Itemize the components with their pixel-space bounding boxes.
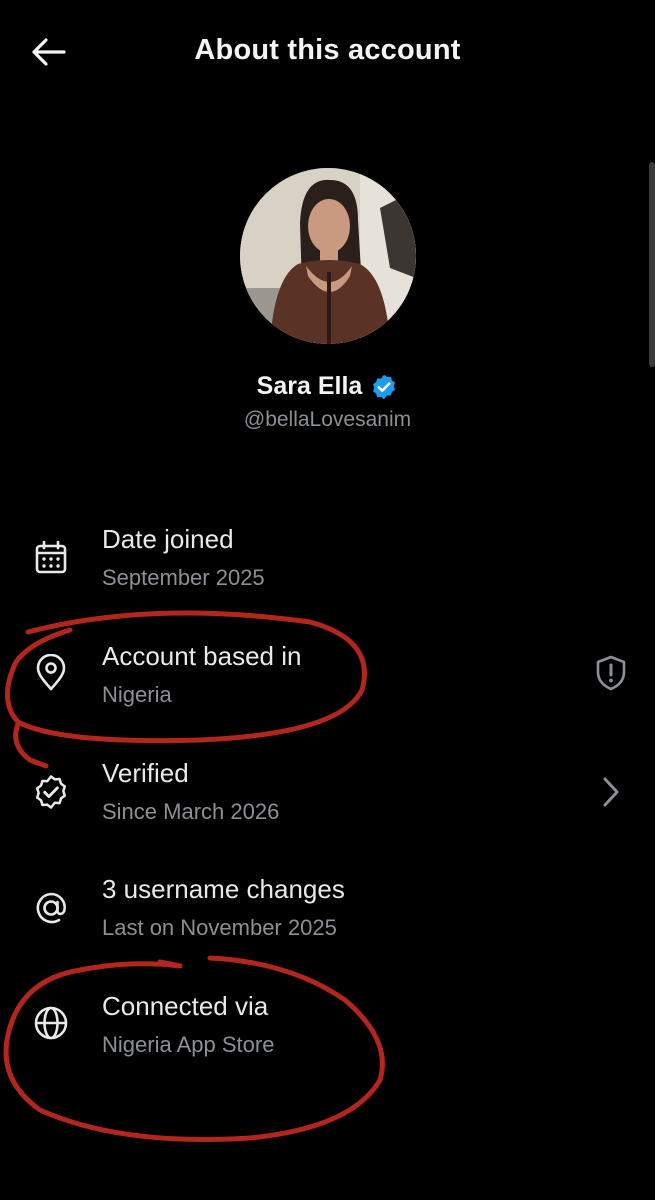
shield-alert-icon[interactable] [591,653,631,693]
display-name: Sara Ella [256,372,363,400]
globe-icon [31,1003,71,1043]
chevron-right-icon[interactable] [591,772,631,812]
info-row-connected-via: Connected via Nigeria App Store [0,987,655,1067]
scrollbar[interactable] [649,162,655,367]
row-subtitle: Nigeria [102,682,172,707]
info-row-account-based-in[interactable]: Account based in Nigeria [0,637,655,717]
location-pin-icon [31,653,71,693]
row-title: Connected via [102,991,269,1021]
username-handle: @bellaLovesanim [243,408,412,431]
page-title: About this account [194,34,461,66]
about-account-screen: About this account Sara Ella @bellaLoves… [0,0,655,1200]
row-subtitle: September 2025 [102,565,265,590]
row-subtitle: Last on November 2025 [102,915,337,940]
row-title: 3 username changes [102,874,345,904]
verified-check-icon [373,374,396,399]
info-row-username-changes: 3 username changes Last on November 2025 [0,870,655,950]
calendar-icon [31,538,71,578]
row-title: Date joined [102,524,234,554]
row-subtitle: Since March 2026 [102,799,280,824]
avatar[interactable] [240,168,416,344]
row-subtitle: Nigeria App Store [102,1032,275,1057]
row-title: Account based in [102,641,302,671]
row-title: Verified [102,758,189,788]
name-row: Sara Ella [0,372,655,401]
at-sign-icon [31,888,71,928]
info-row-date-joined: Date joined September 2025 [0,520,655,600]
verified-badge-icon [31,772,71,812]
avatar-photo [240,168,416,344]
info-row-verified[interactable]: Verified Since March 2026 [0,754,655,834]
